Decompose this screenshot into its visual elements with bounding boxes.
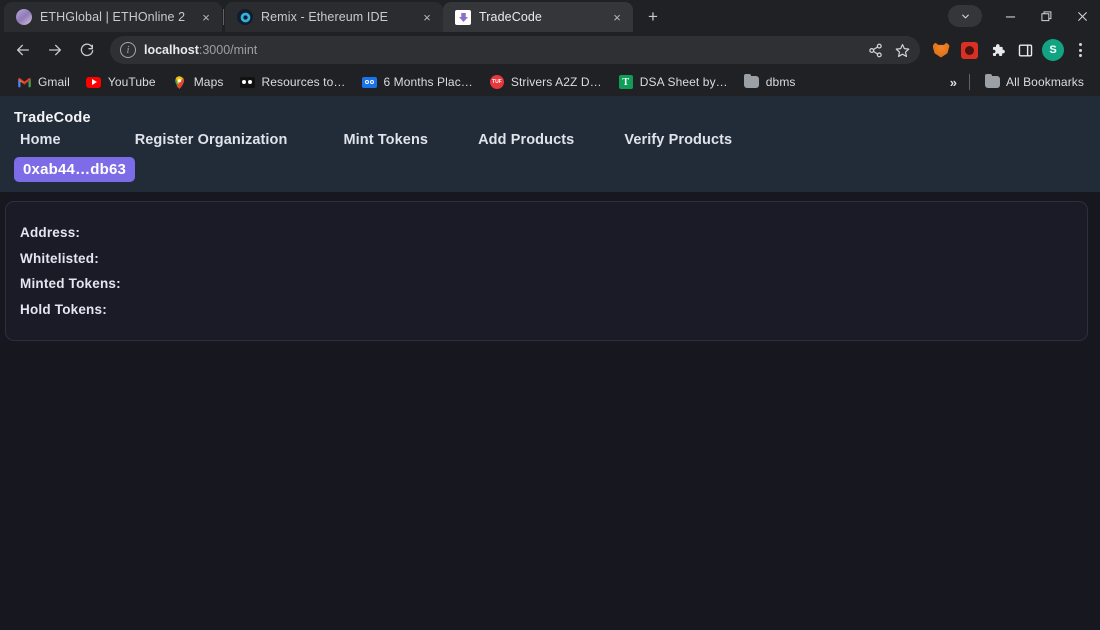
nav-item-verify-products[interactable]: Verify Products bbox=[624, 132, 732, 148]
side-panel-icon[interactable] bbox=[1012, 37, 1038, 63]
bookmark-folder-dbms[interactable]: dbms bbox=[736, 71, 804, 93]
close-icon[interactable]: × bbox=[609, 9, 625, 25]
bookmarks-bar-right: » All Bookmarks bbox=[944, 71, 1092, 93]
url-host: localhost bbox=[144, 43, 199, 57]
wallet-area: 0xab44…db63 bbox=[0, 148, 1100, 182]
gmail-icon bbox=[16, 74, 32, 90]
window-controls bbox=[948, 0, 1100, 32]
metamask-extension-icon[interactable] bbox=[928, 37, 954, 63]
ethglobal-icon bbox=[16, 9, 32, 25]
url-text: localhost:3000/mint bbox=[144, 43, 257, 57]
site-nav-links: Home Register Organization Mint Tokens A… bbox=[0, 132, 1100, 148]
address-bar[interactable]: i localhost:3000/mint bbox=[110, 36, 920, 64]
browser-tab-tradecode[interactable]: TradeCode × bbox=[443, 2, 633, 32]
info-row-hold-tokens: Hold Tokens: bbox=[20, 301, 107, 317]
new-tab-button[interactable]: + bbox=[639, 3, 667, 31]
site-info-icon[interactable]: i bbox=[120, 42, 136, 58]
youtube-icon bbox=[86, 74, 102, 90]
tab-search-chevron-down-icon[interactable] bbox=[948, 5, 982, 27]
all-bookmarks-button[interactable]: All Bookmarks bbox=[976, 71, 1092, 93]
bookmark-youtube[interactable]: YouTube bbox=[78, 71, 164, 93]
bookmark-label: 6 Months Plac… bbox=[383, 75, 473, 89]
tab-title: Remix - Ethereum IDE bbox=[261, 10, 389, 24]
back-button[interactable] bbox=[8, 35, 38, 65]
resources-icon bbox=[239, 74, 255, 90]
bookmark-label: Strivers A2Z D… bbox=[510, 75, 602, 89]
star-icon[interactable] bbox=[895, 43, 910, 58]
infinity-icon bbox=[361, 74, 377, 90]
site-navbar: TradeCode Home Register Organization Min… bbox=[0, 96, 1100, 192]
bookmark-label: Gmail bbox=[38, 75, 70, 89]
remix-icon bbox=[237, 9, 253, 25]
bookmark-resources[interactable]: Resources to… bbox=[231, 71, 353, 93]
bookmark-gmail[interactable]: Gmail bbox=[8, 71, 78, 93]
reload-button[interactable] bbox=[72, 35, 102, 65]
bookmark-label: Maps bbox=[193, 75, 224, 89]
strivers-icon: TUF bbox=[489, 74, 505, 90]
avatar[interactable]: S bbox=[1040, 37, 1066, 63]
nav-item-home[interactable]: Home bbox=[20, 132, 61, 148]
tab-title: TradeCode bbox=[479, 10, 542, 24]
dsa-sheet-icon: T bbox=[618, 74, 634, 90]
bookmark-maps[interactable]: Maps bbox=[164, 71, 232, 93]
browser-tab-remix[interactable]: Remix - Ethereum IDE × bbox=[225, 2, 443, 32]
forward-button[interactable] bbox=[40, 35, 70, 65]
bookmarks-overflow-button[interactable]: » bbox=[944, 75, 963, 90]
share-icon[interactable] bbox=[868, 43, 883, 58]
nav-item-register-organization[interactable]: Register Organization bbox=[135, 132, 288, 148]
bookmark-label: Resources to… bbox=[261, 75, 346, 89]
close-window-button[interactable] bbox=[1064, 0, 1100, 32]
info-row-address: Address: bbox=[20, 225, 81, 240]
url-path: :3000/mint bbox=[198, 43, 258, 57]
close-icon[interactable]: × bbox=[419, 9, 435, 25]
browser-tab-ethglobal[interactable]: ETHGlobal | ETHOnline 2 × bbox=[4, 2, 222, 32]
tab-strip: ETHGlobal | ETHOnline 2 × Remix - Ethere… bbox=[0, 0, 1100, 32]
wallet-address-button[interactable]: 0xab44…db63 bbox=[14, 157, 136, 182]
maps-icon bbox=[172, 74, 188, 90]
bookmark-strivers-a2z[interactable]: TUF Strivers A2Z D… bbox=[481, 71, 610, 93]
account-info-card: Address: Whitelisted: Minted Tokens: Hol… bbox=[5, 201, 1088, 341]
bookmark-label: YouTube bbox=[107, 75, 156, 89]
nav-item-add-products[interactable]: Add Products bbox=[478, 132, 574, 148]
bookmarks-bar: Gmail YouTube Maps Resources to… 6 Month… bbox=[0, 68, 1100, 96]
tab-title: ETHGlobal | ETHOnline 2 bbox=[40, 10, 186, 24]
bookmark-dsa-sheet[interactable]: T DSA Sheet by… bbox=[610, 71, 736, 93]
divider bbox=[969, 74, 970, 90]
browser-window: ETHGlobal | ETHOnline 2 × Remix - Ethere… bbox=[0, 0, 1100, 630]
maximize-button[interactable] bbox=[1028, 0, 1064, 32]
bookmark-label: dbms bbox=[765, 75, 796, 89]
omnibox-actions bbox=[858, 43, 910, 58]
chrome-menu-icon[interactable] bbox=[1068, 36, 1092, 64]
tab-divider bbox=[223, 9, 224, 25]
profile-initial: S bbox=[1042, 39, 1064, 61]
site-brand[interactable]: TradeCode bbox=[0, 110, 1100, 132]
tradecode-icon bbox=[455, 9, 471, 25]
close-icon[interactable]: × bbox=[198, 9, 214, 25]
bookmark-label: DSA Sheet by… bbox=[639, 75, 728, 89]
info-row-whitelisted: Whitelisted: bbox=[20, 250, 99, 266]
browser-toolbar: i localhost:3000/mint S bbox=[0, 32, 1100, 68]
bookmark-6-months-placement[interactable]: 6 Months Plac… bbox=[353, 71, 480, 93]
red-extension-icon[interactable] bbox=[956, 37, 982, 63]
page-content: TradeCode Home Register Organization Min… bbox=[0, 96, 1100, 630]
nav-item-mint-tokens[interactable]: Mint Tokens bbox=[343, 132, 428, 148]
all-bookmarks-label: All Bookmarks bbox=[1006, 75, 1084, 89]
minimize-button[interactable] bbox=[992, 0, 1028, 32]
folder-icon bbox=[744, 73, 760, 90]
info-row-minted-tokens: Minted Tokens: bbox=[20, 276, 121, 291]
puzzle-extensions-icon[interactable] bbox=[984, 37, 1010, 63]
folder-icon bbox=[984, 73, 1000, 90]
